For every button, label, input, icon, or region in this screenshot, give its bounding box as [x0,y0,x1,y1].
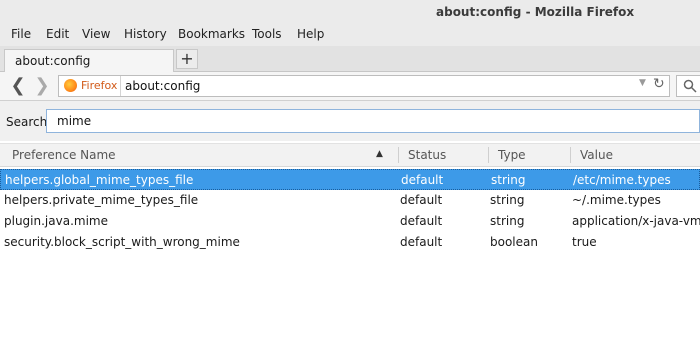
preference-status: default [400,214,443,228]
table-row[interactable]: helpers.global_mime_types_file default s… [0,169,700,190]
url-bar[interactable]: Firefox about:config ▼ ↻ [58,75,670,97]
identity-label: Firefox [81,79,118,92]
menu-bookmarks[interactable]: Bookmarks [178,27,245,41]
preference-name: helpers.private_mime_types_file [4,193,199,207]
preference-type: string [491,173,526,187]
table-row[interactable]: security.block_script_with_wrong_mime de… [0,232,700,253]
tree-header: Preference Name ▲ Status Type Value [0,143,700,167]
preference-name: helpers.global_mime_types_file [5,173,194,187]
menu-edit[interactable]: Edit [46,27,69,41]
preference-value: true [572,235,597,249]
preference-value: ~/.mime.types [572,193,661,207]
forward-button[interactable]: ❯ [32,76,52,96]
search-input[interactable] [46,109,700,133]
url-dropdown-icon[interactable]: ▼ [639,78,646,88]
table-row[interactable]: plugin.java.mime default string applicat… [0,211,700,232]
search-bar[interactable] [676,75,700,97]
tab-about-config[interactable]: about:config [4,49,174,72]
menu-help[interactable]: Help [297,27,324,41]
title-bar: about:config - Mozilla Firefox [0,0,700,25]
column-separator[interactable] [398,147,399,163]
preference-type: string [490,193,525,207]
preference-value: /etc/mime.types [573,173,671,187]
preference-type: boolean [490,235,538,249]
firefox-logo-icon [64,79,77,92]
preference-name: plugin.java.mime [4,214,108,228]
sort-ascending-icon: ▲ [376,149,383,159]
column-header-status[interactable]: Status [400,144,488,167]
preference-status: default [400,235,443,249]
menu-history[interactable]: History [124,27,167,41]
menu-view[interactable]: View [82,27,110,41]
tab-bar: about:config + [0,46,700,72]
identity-box[interactable]: Firefox [59,76,121,96]
search-label: Search: [6,115,52,129]
new-tab-button[interactable]: + [176,49,198,69]
preference-value: application/x-java-vm [572,214,700,228]
menu-file[interactable]: File [11,27,31,41]
column-header-type[interactable]: Type [490,144,570,167]
preference-name: security.block_script_with_wrong_mime [4,235,240,249]
column-header-name[interactable]: Preference Name [4,144,394,167]
back-button[interactable]: ❮ [8,76,28,96]
nav-bar: ❮ ❯ Firefox about:config ▼ ↻ [0,72,700,101]
table-row[interactable]: helpers.private_mime_types_file default … [0,190,700,211]
window-title: about:config - Mozilla Firefox [436,5,635,19]
tab-label: about:config [15,54,91,68]
search-icon [683,79,697,93]
column-separator[interactable] [488,147,489,163]
preference-status: default [401,173,444,187]
preference-type: string [490,214,525,228]
url-text[interactable]: about:config [125,79,200,93]
column-header-value[interactable]: Value [572,144,692,167]
reload-icon[interactable]: ↻ [653,76,665,92]
menu-tools[interactable]: Tools [252,27,282,41]
config-search-row: Search: [0,101,700,141]
column-separator[interactable] [570,147,571,163]
preference-status: default [400,193,443,207]
menu-bar: File Edit View History Bookmarks Tools H… [0,24,700,46]
